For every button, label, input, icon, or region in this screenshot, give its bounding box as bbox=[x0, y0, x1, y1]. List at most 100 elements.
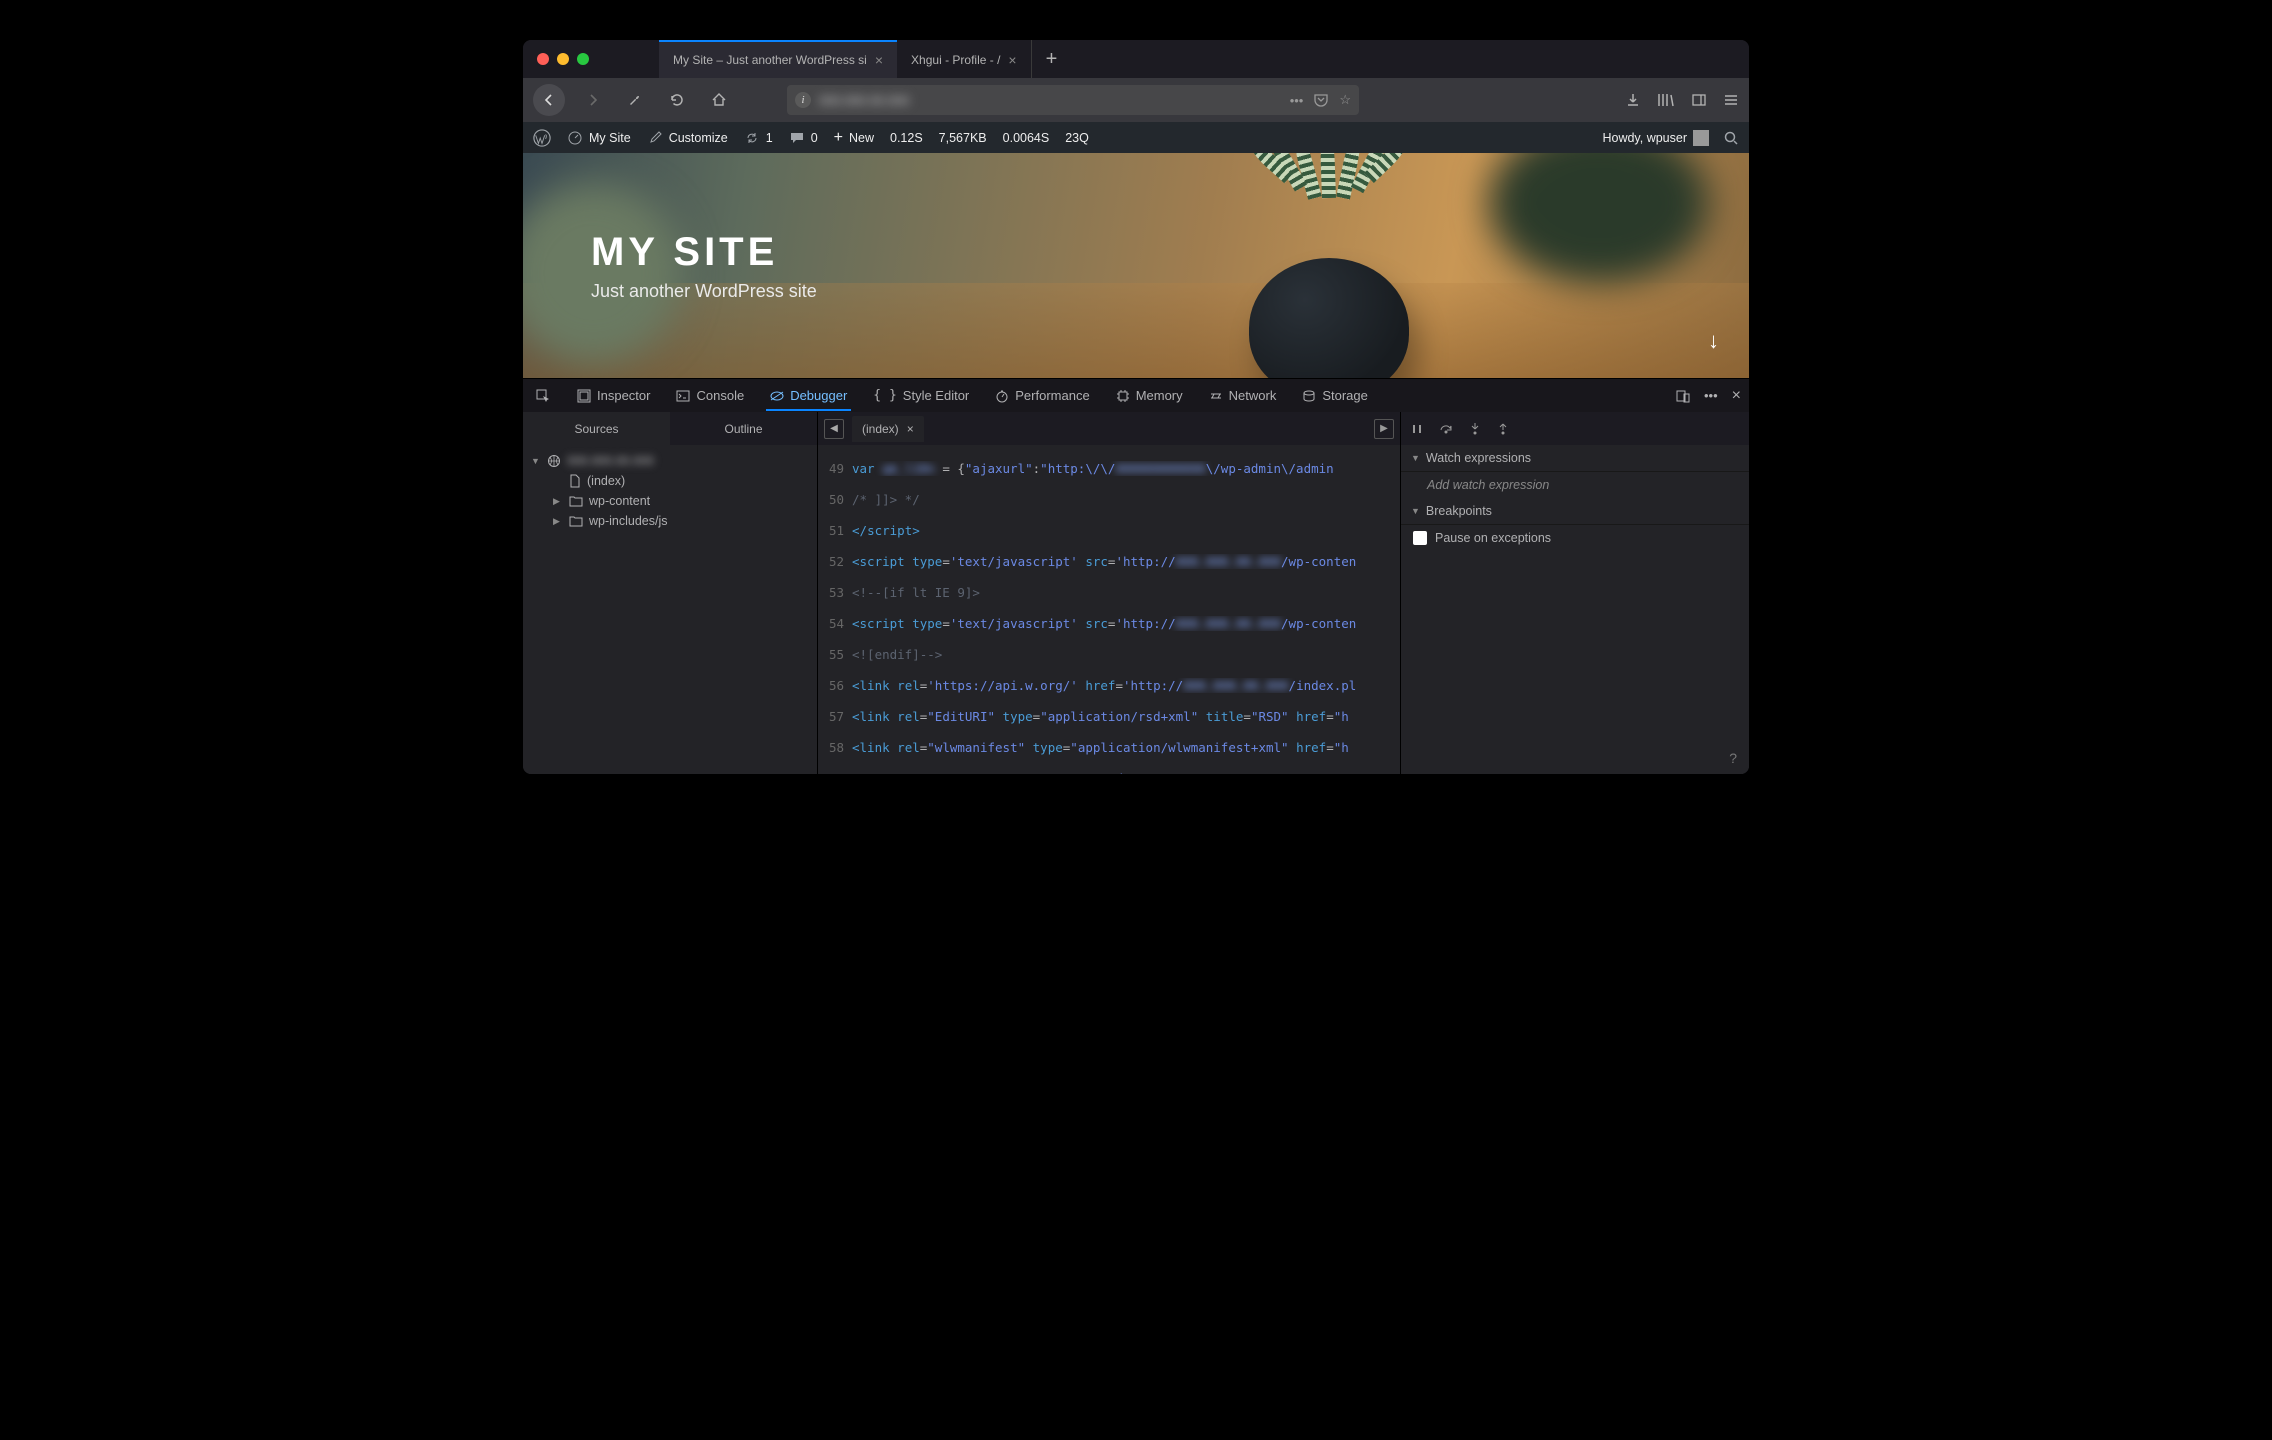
wp-qm-timing[interactable]: 0.12S bbox=[890, 131, 923, 145]
tab-close-icon[interactable]: × bbox=[875, 52, 883, 68]
pause-icon[interactable] bbox=[1411, 423, 1423, 435]
add-watch-input[interactable]: Add watch expression bbox=[1413, 478, 1737, 492]
sources-tree: ▼ 000.000.00.000 (index) ▶ wp-content ▶ bbox=[523, 445, 817, 537]
watch-header[interactable]: ▼ Watch expressions bbox=[1401, 445, 1749, 472]
wp-greeting: Howdy, wpuser bbox=[1602, 131, 1687, 145]
debugger-side-pane: ▼ Watch expressions Add watch expression… bbox=[1401, 412, 1749, 774]
wp-customize[interactable]: Customize bbox=[647, 130, 728, 146]
library-icon[interactable] bbox=[1657, 92, 1675, 108]
code-editor[interactable]: 49var qm_l10n = {"ajaxurl":"http:\/\/000… bbox=[818, 445, 1400, 774]
tab-close-icon[interactable]: × bbox=[1008, 52, 1016, 68]
wp-updates[interactable]: 1 bbox=[744, 130, 773, 146]
tab-close-icon[interactable]: × bbox=[907, 422, 914, 436]
tab-outline[interactable]: Outline bbox=[670, 412, 817, 445]
hero-plant bbox=[1219, 178, 1439, 378]
wp-comments[interactable]: 0 bbox=[789, 130, 818, 146]
back-button[interactable] bbox=[533, 84, 565, 116]
wp-comments-count: 0 bbox=[811, 131, 818, 145]
step-in-icon[interactable] bbox=[1469, 422, 1481, 436]
wp-search[interactable] bbox=[1723, 130, 1739, 146]
toggle-sources-icon[interactable]: ◀ bbox=[824, 419, 844, 439]
wp-admin-bar: My Site Customize 1 0 + New 0.12S 7,567K… bbox=[523, 122, 1749, 153]
editor-file-tab[interactable]: (index) × bbox=[852, 416, 924, 442]
breakpoints-body: Pause on exceptions bbox=[1401, 525, 1749, 551]
tool-storage[interactable]: Storage bbox=[1298, 380, 1372, 411]
minimize-window-button[interactable] bbox=[557, 53, 569, 65]
sidebar-icon[interactable] bbox=[1691, 92, 1707, 108]
browser-tab-inactive[interactable]: Xhgui - Profile - / × bbox=[897, 40, 1031, 78]
tool-inspector[interactable]: Inspector bbox=[573, 380, 654, 411]
twisty-icon: ▶ bbox=[553, 496, 563, 507]
bookmark-star-icon[interactable]: ☆ bbox=[1339, 92, 1351, 108]
tab-label: My Site – Just another WordPress si bbox=[673, 53, 867, 67]
debugger-controls bbox=[1401, 412, 1749, 445]
twisty-icon: ▼ bbox=[531, 456, 541, 466]
new-tab-button[interactable]: + bbox=[1031, 40, 1072, 78]
wp-new[interactable]: + New bbox=[834, 129, 874, 147]
wp-customize-label: Customize bbox=[669, 131, 728, 145]
tool-performance[interactable]: Performance bbox=[991, 380, 1093, 411]
window-titlebar: My Site – Just another WordPress si × Xh… bbox=[523, 40, 1749, 78]
element-picker-icon[interactable] bbox=[531, 380, 555, 412]
tool-debugger[interactable]: Debugger bbox=[766, 380, 851, 411]
tool-network[interactable]: Network bbox=[1205, 380, 1281, 411]
close-window-button[interactable] bbox=[537, 53, 549, 65]
home-button[interactable] bbox=[705, 86, 733, 114]
page-actions-icon[interactable]: ••• bbox=[1290, 93, 1304, 108]
url-bar[interactable]: i 000.000.00.000 ••• ☆ bbox=[787, 85, 1359, 115]
help-icon[interactable]: ? bbox=[1729, 750, 1737, 766]
wrench-icon[interactable] bbox=[621, 86, 649, 114]
wp-site-menu[interactable]: My Site bbox=[567, 130, 631, 146]
editor-pane: ◀ (index) × ▶ 49var qm_l10n = {"ajaxurl"… bbox=[817, 412, 1401, 774]
step-out-icon[interactable] bbox=[1497, 422, 1509, 436]
editor-toolbar: ◀ (index) × ▶ bbox=[818, 412, 1400, 445]
menu-icon[interactable] bbox=[1723, 92, 1739, 108]
tree-folder-wp-includes[interactable]: ▶ wp-includes/js bbox=[523, 511, 817, 531]
wp-account[interactable]: Howdy, wpuser bbox=[1602, 130, 1709, 146]
pause-on-exceptions-checkbox[interactable] bbox=[1413, 531, 1427, 545]
tool-style-editor[interactable]: { } Style Editor bbox=[869, 380, 973, 411]
pocket-icon[interactable] bbox=[1313, 92, 1329, 108]
watch-body: Add watch expression bbox=[1401, 472, 1749, 498]
twisty-icon: ▼ bbox=[1411, 506, 1420, 516]
tree-domain[interactable]: ▼ 000.000.00.000 bbox=[523, 451, 817, 471]
breakpoints-header[interactable]: ▼ Breakpoints bbox=[1401, 498, 1749, 525]
reload-button[interactable] bbox=[663, 86, 691, 114]
globe-icon bbox=[547, 454, 561, 468]
responsive-mode-icon[interactable] bbox=[1676, 389, 1690, 403]
tab-label: Xhgui - Profile - / bbox=[911, 53, 1000, 67]
toggle-panes-icon[interactable]: ▶ bbox=[1374, 419, 1394, 439]
twisty-icon: ▼ bbox=[1411, 453, 1420, 463]
plus-icon: + bbox=[834, 129, 843, 147]
zoom-window-button[interactable] bbox=[577, 53, 589, 65]
site-title: MY SITE bbox=[591, 230, 1749, 275]
wp-qm-memory[interactable]: 7,567KB bbox=[939, 131, 987, 145]
wp-updates-count: 1 bbox=[766, 131, 773, 145]
twisty-icon: ▶ bbox=[553, 516, 563, 527]
tree-folder-wp-content[interactable]: ▶ wp-content bbox=[523, 491, 817, 511]
devtools-toolbar: Inspector Console Debugger { } Style Edi… bbox=[523, 378, 1749, 412]
pause-on-exceptions-label: Pause on exceptions bbox=[1435, 531, 1551, 545]
forward-button[interactable] bbox=[579, 86, 607, 114]
url-obscured: 000.000.00.000 bbox=[819, 93, 909, 108]
browser-toolbar: i 000.000.00.000 ••• ☆ bbox=[523, 78, 1749, 122]
site-info-icon[interactable]: i bbox=[795, 92, 811, 108]
browser-tab-active[interactable]: My Site – Just another WordPress si × bbox=[659, 40, 897, 78]
devtools-meatball-icon[interactable]: ••• bbox=[1704, 388, 1718, 403]
search-icon bbox=[1723, 130, 1739, 146]
wp-logo-menu[interactable] bbox=[533, 129, 551, 147]
toolbar-right bbox=[1625, 92, 1739, 108]
step-over-icon[interactable] bbox=[1439, 423, 1453, 435]
tool-memory[interactable]: Memory bbox=[1112, 380, 1187, 411]
wp-qm-dbtime[interactable]: 0.0064S bbox=[1003, 131, 1050, 145]
wp-qm-queries[interactable]: 23Q bbox=[1065, 131, 1089, 145]
tool-console[interactable]: Console bbox=[672, 380, 748, 411]
downloads-icon[interactable] bbox=[1625, 92, 1641, 108]
scroll-down-icon[interactable]: ↓ bbox=[1708, 328, 1719, 354]
tree-index[interactable]: (index) bbox=[523, 471, 817, 491]
comment-icon bbox=[789, 130, 805, 146]
devtools-close-icon[interactable]: × bbox=[1732, 387, 1741, 405]
site-tagline: Just another WordPress site bbox=[591, 281, 1749, 302]
tab-sources[interactable]: Sources bbox=[523, 412, 670, 445]
browser-window: My Site – Just another WordPress si × Xh… bbox=[523, 40, 1749, 774]
